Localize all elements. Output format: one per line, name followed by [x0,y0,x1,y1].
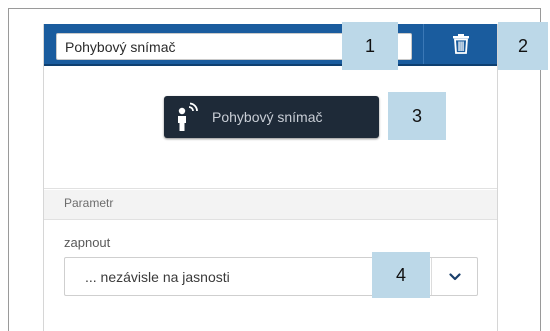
motion-sensor-icon [164,96,212,138]
callout-marker-1: 1 [342,22,398,70]
chevron-down-icon [448,272,461,280]
parameters-section-header: Parametr [44,190,497,220]
callout-marker-4: 4 [372,252,430,298]
switch-on-selected-value: ... nezávisle na jasnosti [85,269,230,285]
delete-button[interactable] [423,24,497,64]
motion-sensor-button-label: Pohybový snímač [212,109,323,125]
switch-on-label: zapnout [64,235,111,250]
section-divider [44,188,497,189]
callout-marker-3: 3 [388,92,446,140]
dropdown-toggle[interactable] [431,258,477,295]
trash-icon [452,34,469,54]
motion-sensor-button[interactable]: Pohybový snímač [164,96,379,138]
callout-marker-2: 2 [498,22,548,70]
panel-header [44,24,497,66]
